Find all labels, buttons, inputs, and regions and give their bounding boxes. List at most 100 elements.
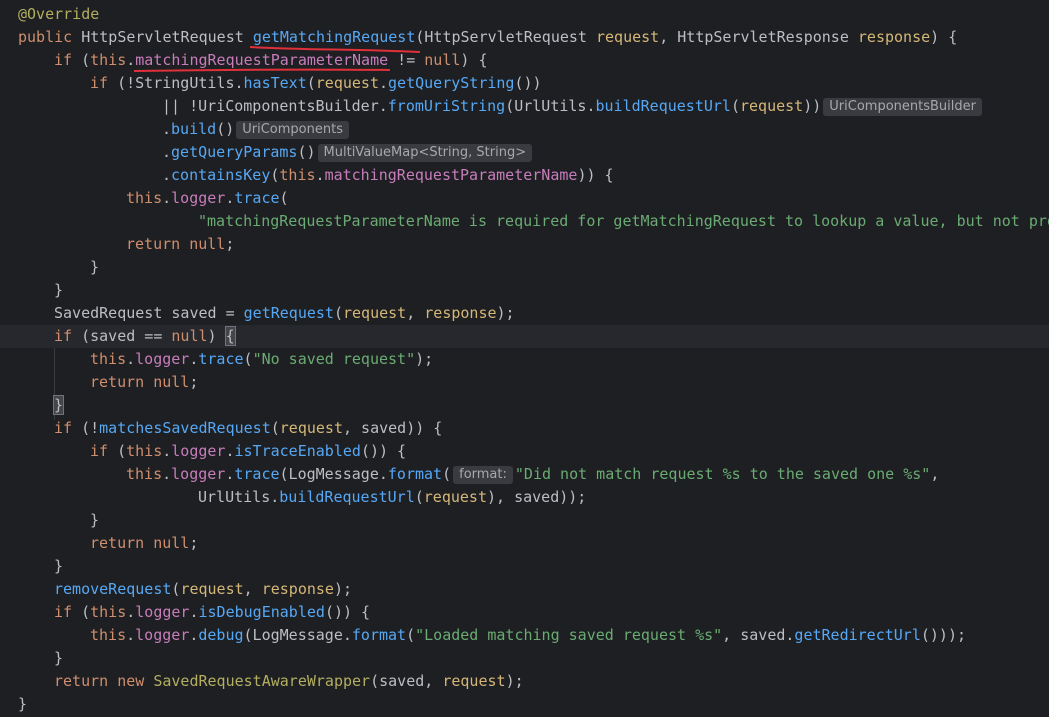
code-line[interactable]: || !UriComponentsBuilder.fromUriString(U… bbox=[0, 95, 1049, 118]
code-token: ( bbox=[414, 488, 424, 506]
code-token: return null bbox=[126, 235, 226, 253]
code-line[interactable]: } bbox=[0, 693, 1049, 716]
code-token: , bbox=[243, 580, 262, 598]
code-token: . bbox=[225, 442, 235, 460]
code-line[interactable]: .getQueryParams() MultiValueMap<String, S… bbox=[0, 141, 1049, 164]
code-line[interactable]: this.logger.trace("No saved request"); bbox=[0, 348, 1049, 371]
code-token: request bbox=[343, 304, 407, 322]
code-line[interactable]: } bbox=[0, 509, 1049, 532]
code-token: (!StringUtils. bbox=[117, 74, 244, 92]
code-line[interactable]: } bbox=[0, 647, 1049, 670]
code-token: . bbox=[162, 442, 172, 460]
code-token: buildRequestUrl bbox=[279, 488, 415, 506]
code-token: ( bbox=[270, 419, 280, 437]
code-token: ) { bbox=[930, 28, 958, 46]
code-line[interactable]: if (!matchesSavedRequest(request, saved)… bbox=[0, 417, 1049, 440]
code-token: ( bbox=[279, 189, 289, 207]
code-token: (! bbox=[81, 419, 100, 437]
code-token: } bbox=[90, 511, 100, 529]
code-token: if bbox=[90, 74, 118, 92]
code-token: . bbox=[189, 603, 199, 621]
code-token: ( bbox=[333, 304, 343, 322]
code-token: getRequest bbox=[243, 304, 334, 322]
code-token: (saved == bbox=[81, 327, 172, 345]
code-token: trace bbox=[198, 350, 244, 368]
code-line[interactable]: this.logger.debug(LogMessage.format("Loa… bbox=[0, 624, 1049, 647]
code-editor[interactable]: @Override public HttpServletRequest getM… bbox=[0, 0, 1049, 717]
code-token: ()) bbox=[514, 74, 542, 92]
code-line[interactable]: } bbox=[0, 394, 1049, 417]
code-line[interactable]: } bbox=[0, 555, 1049, 578]
code-token: . bbox=[315, 166, 325, 184]
code-line[interactable]: UrlUtils.buildRequestUrl(request), saved… bbox=[0, 486, 1049, 509]
code-token: UrlUtils. bbox=[198, 488, 280, 506]
code-token: fromUriString bbox=[387, 97, 506, 115]
code-token: if bbox=[54, 327, 82, 345]
code-token: removeRequest bbox=[54, 580, 172, 598]
code-line[interactable]: if (this.logger.isDebugEnabled()) { bbox=[0, 601, 1049, 624]
code-token: . bbox=[162, 166, 172, 184]
code-token: matchingRequestParameterName bbox=[324, 166, 578, 184]
code-token: trace bbox=[234, 189, 280, 207]
code-line[interactable]: return null; bbox=[0, 532, 1049, 555]
code-token: this bbox=[90, 51, 127, 69]
code-line[interactable]: .containsKey(this.matchingRequestParamet… bbox=[0, 164, 1049, 187]
inlay-param-hint: format: bbox=[453, 466, 513, 484]
code-token: ()) { bbox=[360, 442, 407, 460]
code-line[interactable]: this.logger.trace( bbox=[0, 187, 1049, 210]
code-line[interactable]: this.logger.trace(LogMessage.format(form… bbox=[0, 463, 1049, 486]
code-token: , bbox=[930, 465, 940, 483]
code-token: this bbox=[90, 626, 127, 644]
code-token: () bbox=[216, 120, 235, 138]
code-token: ); bbox=[333, 580, 353, 598]
code-line[interactable]: removeRequest(request, response); bbox=[0, 578, 1049, 601]
code-line[interactable]: } bbox=[0, 279, 1049, 302]
code-token: . bbox=[162, 120, 172, 138]
code-token: . bbox=[126, 603, 136, 621]
code-token: ) { bbox=[460, 51, 488, 69]
code-line[interactable]: if (this.matchingRequestParameterName !=… bbox=[0, 49, 1049, 72]
code-line[interactable]: @Override bbox=[0, 3, 1049, 26]
code-token: isTraceEnabled bbox=[234, 442, 361, 460]
string-literal: "Did not match request %s to the saved o… bbox=[514, 465, 931, 483]
code-line[interactable]: public HttpServletRequest getMatchingReq… bbox=[0, 26, 1049, 49]
code-token: trace bbox=[234, 465, 280, 483]
code-line[interactable]: } bbox=[0, 256, 1049, 279]
code-token: ) bbox=[207, 327, 226, 345]
string-literal: "Loaded matching saved request %s" bbox=[415, 626, 723, 644]
code-token: } bbox=[90, 258, 100, 276]
code-line[interactable]: SavedRequest saved = getRequest(request,… bbox=[0, 302, 1049, 325]
code-token: request bbox=[596, 28, 660, 46]
inlay-type-hint: UriComponentsBuilder bbox=[823, 98, 982, 116]
code-token: response bbox=[261, 580, 334, 598]
code-line[interactable]: .build() UriComponents bbox=[0, 118, 1049, 141]
code-line[interactable]: return null; bbox=[0, 371, 1049, 394]
code-token: logger bbox=[171, 189, 226, 207]
code-line-current[interactable]: if (saved == null) { bbox=[0, 325, 1049, 348]
code-token: ); bbox=[415, 350, 434, 368]
code-token: . bbox=[126, 350, 136, 368]
code-token: , HttpServletResponse bbox=[659, 28, 858, 46]
code-line[interactable]: "matchingRequestParameterName is require… bbox=[0, 210, 1049, 233]
field-name[interactable]: matchingRequestParameterName bbox=[135, 51, 388, 69]
code-line[interactable]: if (!StringUtils.hasText(request.getQuer… bbox=[0, 72, 1049, 95]
code-line[interactable]: return null; bbox=[0, 233, 1049, 256]
code-token: logger bbox=[135, 626, 190, 644]
code-token: logger bbox=[171, 465, 226, 483]
string-literal: "matchingRequestParameterName is require… bbox=[198, 212, 1049, 230]
code-token: this bbox=[90, 603, 127, 621]
code-line[interactable]: return new SavedRequestAwareWrapper(save… bbox=[0, 670, 1049, 693]
code-token: null bbox=[171, 327, 208, 345]
code-token: matchesSavedRequest bbox=[99, 419, 271, 437]
code-line[interactable]: if (this.logger.isTraceEnabled()) { bbox=[0, 440, 1049, 463]
code-token: build bbox=[171, 120, 217, 138]
code-token: , saved. bbox=[722, 626, 795, 644]
code-token: (HttpServletRequest bbox=[415, 28, 596, 46]
method-name[interactable]: getMatchingRequest bbox=[253, 28, 416, 46]
code-token: } bbox=[18, 695, 28, 713]
code-token: (saved, bbox=[370, 672, 443, 690]
code-token: @Override bbox=[18, 5, 100, 23]
code-token: ( bbox=[442, 465, 452, 483]
code-token: ( bbox=[406, 626, 416, 644]
code-token: ); bbox=[505, 672, 524, 690]
